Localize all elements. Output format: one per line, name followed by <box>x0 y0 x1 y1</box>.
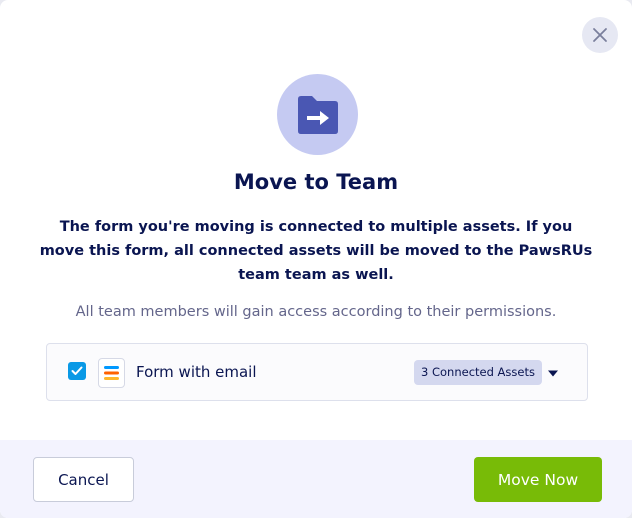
move-to-team-dialog: Move to Team The form you're moving is c… <box>0 0 632 518</box>
dialog-footer: Cancel Move Now <box>0 440 632 518</box>
form-icon <box>98 358 125 388</box>
folder-move-icon <box>297 95 338 134</box>
close-icon <box>593 28 607 42</box>
permissions-note: All team members will gain access accord… <box>75 304 557 320</box>
connected-assets-badge: 3 Connected Assets <box>414 360 542 385</box>
checkmark-icon <box>71 366 83 375</box>
expand-assets-button[interactable] <box>545 367 561 379</box>
cancel-button[interactable]: Cancel <box>33 457 134 502</box>
dialog-description: The form you're moving is connected to m… <box>39 219 593 283</box>
asset-row[interactable]: Form with email 3 Connected Assets <box>46 343 588 401</box>
close-button[interactable] <box>582 17 618 53</box>
hero-icon-circle <box>277 74 358 155</box>
move-now-button[interactable]: Move Now <box>474 457 602 502</box>
asset-checkbox[interactable] <box>68 362 86 380</box>
dialog-title: Move to Team <box>233 170 399 194</box>
asset-name: Form with email <box>136 363 257 381</box>
caret-down-icon <box>548 370 558 376</box>
